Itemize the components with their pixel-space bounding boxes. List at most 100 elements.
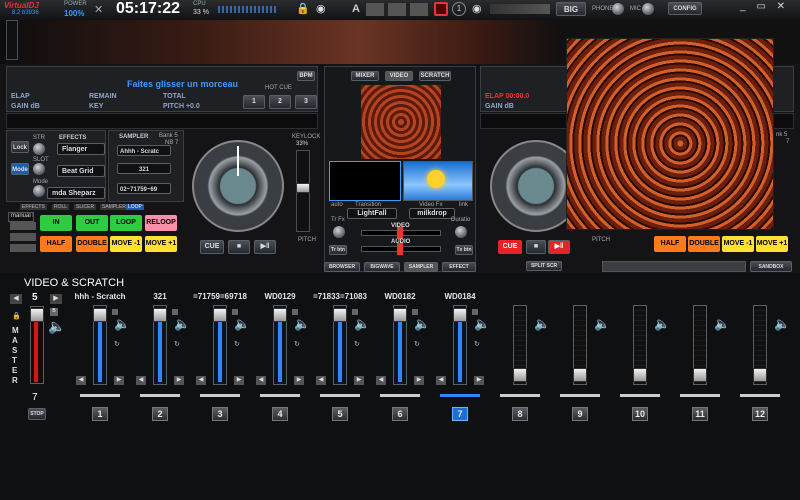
tab-sampler[interactable]: SAMPLER [100, 204, 128, 210]
pad-reloop[interactable]: RELOOP [145, 215, 177, 231]
pad-loop[interactable]: LOOP [110, 215, 142, 231]
channel-b-button[interactable] [352, 309, 358, 315]
left-effect-3-select[interactable]: mda Sheparz [47, 187, 105, 199]
channel-b-button[interactable] [292, 309, 298, 315]
channel-number-button[interactable]: 7 [452, 407, 468, 421]
pad-move-minus[interactable]: MOVE -1 [110, 236, 142, 252]
tab-loop[interactable]: LOOP [126, 204, 144, 210]
channel-b-button[interactable] [112, 309, 118, 315]
channel-left-arrow[interactable]: ◀ [196, 376, 206, 385]
channel-speaker-icon[interactable]: 🔈 [714, 316, 730, 332]
right-pad-move-plus[interactable]: MOVE +1 [756, 236, 788, 252]
x-icon[interactable]: ✕ [94, 3, 106, 16]
channel-b-button[interactable] [472, 309, 478, 315]
channel-left-arrow[interactable]: ◀ [76, 376, 86, 385]
left-sample-2[interactable]: 321 [117, 163, 171, 174]
channel-speaker-icon[interactable]: 🔈 [234, 316, 250, 332]
channel-fader-thumb[interactable] [693, 368, 707, 382]
channel-speaker-icon[interactable]: 🔈 [114, 316, 130, 332]
left-hotcue-2[interactable]: 2 [269, 95, 291, 109]
left-stop-button[interactable]: ■ [228, 240, 250, 254]
channel-fader-thumb[interactable] [453, 308, 467, 322]
master-left-arrow[interactable]: ◀ [10, 294, 22, 304]
left-pitch-thumb[interactable] [296, 183, 310, 193]
channel-speaker-icon[interactable]: 🔈 [294, 316, 310, 332]
channel-loop-icon[interactable]: ↻ [234, 340, 240, 348]
left-effect-1-select[interactable]: Flanger [57, 143, 105, 155]
tab-mixer[interactable]: MIXER [351, 71, 379, 81]
channel-fader-thumb[interactable] [513, 368, 527, 382]
mode-letter[interactable]: A [352, 3, 360, 15]
channel-number-button[interactable]: 12 [752, 407, 768, 421]
channel-number-button[interactable]: 8 [512, 407, 528, 421]
video-crossfader-thumb[interactable] [397, 227, 403, 239]
window-controls[interactable]: _ ▭ ✕ [740, 1, 798, 17]
channel-number-button[interactable]: 1 [92, 407, 108, 421]
channel-speaker-icon[interactable]: 🔈 [474, 316, 490, 332]
tab-bigwave[interactable]: BIGWAVE [364, 262, 400, 272]
tab-roll[interactable]: ROLL [52, 204, 70, 210]
channel-fader-thumb[interactable] [573, 368, 587, 382]
right-pad-move-minus[interactable]: MOVE -1 [722, 236, 754, 252]
trfx-knob[interactable] [333, 226, 345, 238]
config-button[interactable]: CONFIG [668, 2, 702, 15]
layout-buttons[interactable] [366, 3, 430, 16]
channel-right-arrow[interactable]: ▶ [474, 376, 484, 385]
tab-sampler-bottom[interactable]: SAMPLER [404, 262, 438, 272]
pad-double[interactable]: DOUBLE [76, 236, 108, 252]
left-effect-2-select[interactable]: Beat Grid [57, 165, 105, 177]
master-right-arrow[interactable]: ▶ [50, 294, 62, 304]
channel-fader-thumb[interactable] [153, 308, 167, 322]
channel-left-arrow[interactable]: ◀ [136, 376, 146, 385]
tab-slicer[interactable]: SLICER [74, 204, 97, 210]
channel-number-button[interactable]: 2 [152, 407, 168, 421]
pad-half[interactable]: HALF [40, 236, 72, 252]
right-pad-half[interactable]: HALF [654, 236, 686, 252]
eye-icon[interactable]: ◉ [316, 2, 326, 15]
channel-loop-icon[interactable]: ↻ [354, 340, 360, 348]
channel-speaker-icon[interactable]: 🔈 [654, 316, 670, 332]
tr-button-right[interactable]: Tx btn [455, 245, 473, 255]
channel-left-arrow[interactable]: ◀ [376, 376, 386, 385]
duration-knob[interactable] [455, 226, 467, 238]
left-hotcue-3[interactable]: 3 [295, 95, 317, 109]
channel-loop-icon[interactable]: ↻ [474, 340, 480, 348]
channel-fader-thumb[interactable] [273, 308, 287, 322]
right-play-button[interactable]: ▶‖ [548, 240, 570, 254]
left-sample-1[interactable]: Ahhh - Scratc [117, 145, 171, 156]
master-speaker-icon[interactable]: 🔈 [48, 318, 65, 336]
channel-b-button[interactable] [232, 309, 238, 315]
phone-knob[interactable] [612, 3, 624, 15]
tr-button-left[interactable]: Tr btn [329, 245, 347, 255]
channel-right-arrow[interactable]: ▶ [234, 376, 244, 385]
channel-number-button[interactable]: 6 [392, 407, 408, 421]
tab-effect[interactable]: EFFECT [442, 262, 476, 272]
channel-fader-thumb[interactable] [93, 308, 107, 322]
master-stop-button[interactable]: STOP [28, 408, 46, 420]
channel-number-button[interactable]: 4 [272, 407, 288, 421]
right-cue-button[interactable]: CUE [498, 240, 522, 254]
sandbox-button[interactable]: SANDBOX [750, 261, 792, 272]
tab-scratch[interactable]: SCRATCH [419, 71, 451, 81]
channel-number-button[interactable]: 9 [572, 407, 588, 421]
big-button[interactable]: BIG [556, 2, 586, 16]
channel-speaker-icon[interactable]: 🔈 [594, 316, 610, 332]
left-lock-button[interactable]: Lock [11, 141, 29, 153]
left-sample-3[interactable]: 02~71759~69 [117, 183, 171, 194]
channel-number-button[interactable]: 11 [692, 407, 708, 421]
channel-b-button[interactable] [412, 309, 418, 315]
record-button[interactable] [434, 2, 448, 16]
channel-left-arrow[interactable]: ◀ [256, 376, 266, 385]
tab-effects[interactable]: EFFECTS [20, 204, 47, 210]
channel-speaker-icon[interactable]: 🔈 [534, 316, 550, 332]
channel-number-button[interactable]: 3 [212, 407, 228, 421]
top-left-slider[interactable] [6, 20, 18, 60]
channel-fader-thumb[interactable] [333, 308, 347, 322]
master-b-button[interactable]: B [50, 308, 58, 316]
channel-b-button[interactable] [172, 309, 178, 315]
channel-right-arrow[interactable]: ▶ [414, 376, 424, 385]
channel-left-arrow[interactable]: ◀ [436, 376, 446, 385]
channel-fader-thumb[interactable] [753, 368, 767, 382]
pad-in[interactable]: IN [40, 215, 72, 231]
channel-speaker-icon[interactable]: 🔈 [354, 316, 370, 332]
